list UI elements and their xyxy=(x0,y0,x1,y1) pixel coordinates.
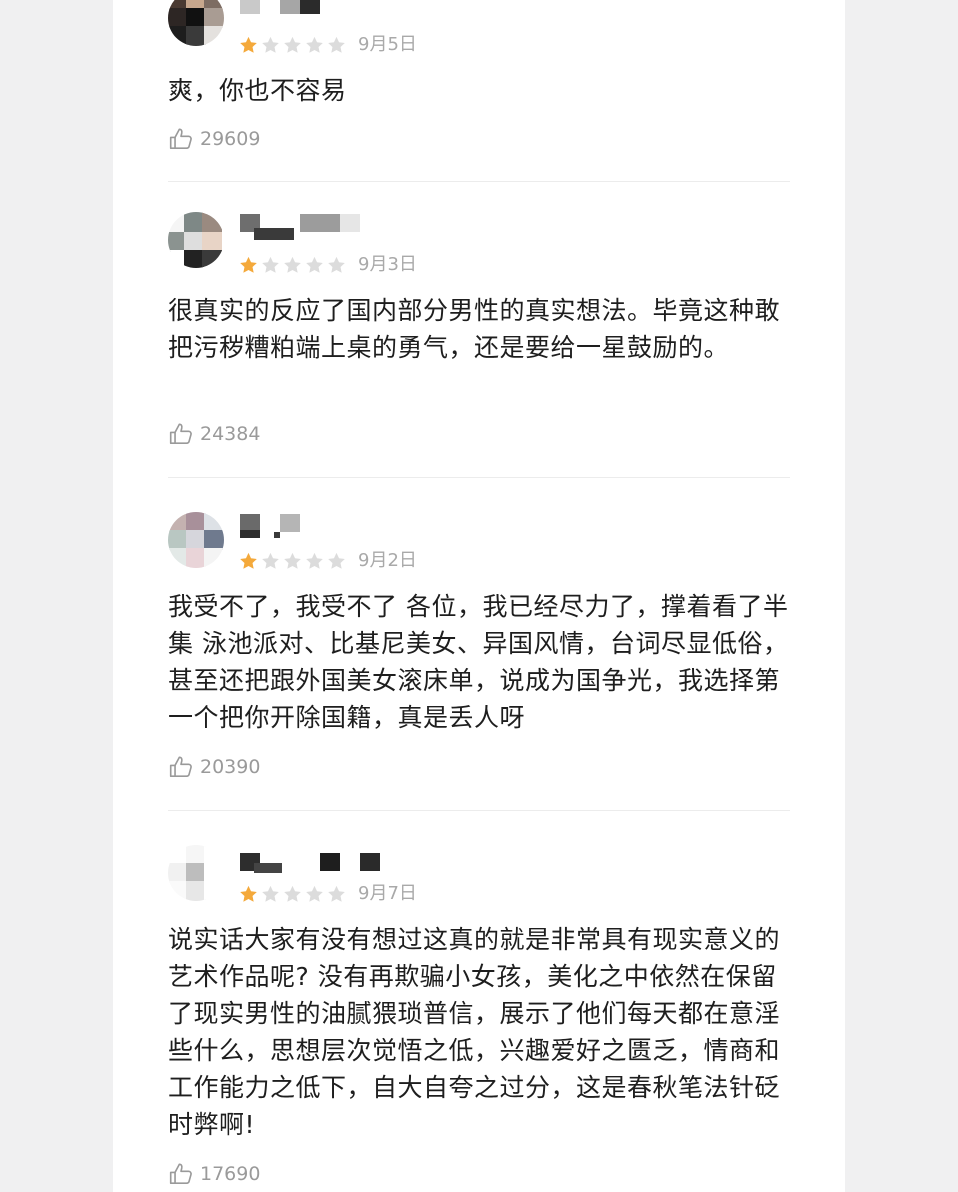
review-divider xyxy=(168,810,790,811)
user-avatar[interactable] xyxy=(168,845,224,901)
review-date: 9月2日 xyxy=(358,550,417,571)
star-empty-icon xyxy=(328,552,345,569)
star-empty-icon xyxy=(284,885,301,902)
star-empty-icon xyxy=(328,256,345,273)
star-empty-icon xyxy=(306,885,323,902)
star-empty-icon xyxy=(328,36,345,53)
like-count: 29609 xyxy=(200,128,261,150)
star-empty-icon xyxy=(262,885,279,902)
star-empty-icon xyxy=(328,885,345,902)
star-empty-icon xyxy=(262,36,279,53)
like-button[interactable]: 20390 xyxy=(168,752,260,782)
thumbs-up-icon xyxy=(169,128,192,150)
star-filled-icon xyxy=(240,552,257,569)
review-divider xyxy=(168,477,790,478)
review-text: 说实话大家有没有想过这真的就是非常具有现实意义的艺术作品呢? 没有再欺骗小女孩，… xyxy=(168,925,781,1139)
like-count: 17690 xyxy=(200,1163,261,1185)
user-avatar[interactable] xyxy=(168,0,224,46)
thumbs-up-icon xyxy=(169,756,192,778)
star-rating: 9月5日 xyxy=(238,34,417,56)
star-empty-icon xyxy=(284,36,301,53)
user-avatar[interactable] xyxy=(168,212,224,268)
review-text: 我受不了，我受不了 各位，我已经尽力了，撑着看了半集 泳池派对、比基尼美女、异国… xyxy=(168,592,789,732)
star-filled-icon xyxy=(240,256,257,273)
review-text: 爽，你也不容易 xyxy=(168,76,347,105)
review-date: 9月5日 xyxy=(358,34,417,55)
thumbs-up-icon xyxy=(169,423,192,445)
review-list: 9月5日 爽，你也不容易 29609 9月3日 很真实的反应了国内部分男性的真实 xyxy=(113,0,845,1192)
review-date: 9月3日 xyxy=(358,254,417,275)
like-button[interactable]: 24384 xyxy=(168,419,260,449)
star-empty-icon xyxy=(306,552,323,569)
star-empty-icon xyxy=(306,256,323,273)
like-button[interactable]: 29609 xyxy=(168,124,260,154)
like-count: 20390 xyxy=(200,756,261,778)
like-count: 24384 xyxy=(200,423,261,445)
star-rating: 9月7日 xyxy=(238,883,417,905)
review-date: 9月7日 xyxy=(358,883,417,904)
star-empty-icon xyxy=(284,256,301,273)
like-button[interactable]: 17690 xyxy=(168,1159,260,1189)
review-divider xyxy=(168,181,790,182)
star-empty-icon xyxy=(262,256,279,273)
star-filled-icon xyxy=(240,36,257,53)
star-filled-icon xyxy=(240,885,257,902)
star-rating: 9月3日 xyxy=(238,254,417,276)
thumbs-up-icon xyxy=(169,1163,192,1185)
user-avatar[interactable] xyxy=(168,512,224,568)
star-rating: 9月2日 xyxy=(238,550,417,572)
star-empty-icon xyxy=(306,36,323,53)
star-empty-icon xyxy=(262,552,279,569)
star-empty-icon xyxy=(284,552,301,569)
review-text: 很真实的反应了国内部分男性的真实想法。毕竟这种敢把污秽糟粕端上桌的勇气，还是要给… xyxy=(168,296,781,362)
